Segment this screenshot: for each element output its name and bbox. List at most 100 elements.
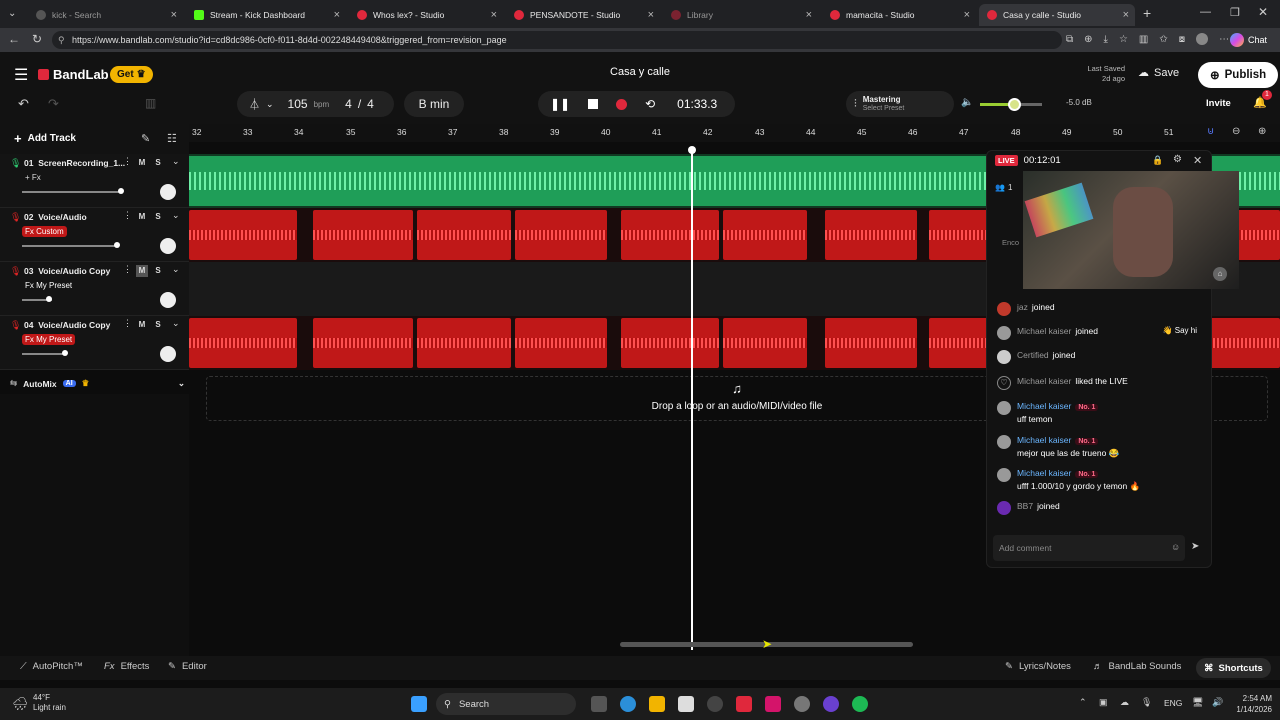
reading-list-icon[interactable]: ▥ bbox=[1139, 34, 1148, 45]
weather-widget[interactable]: 44°F Light rain bbox=[33, 693, 66, 713]
publish-button[interactable]: ⊕ Publish bbox=[1198, 62, 1279, 88]
close-icon[interactable]: × bbox=[806, 9, 812, 21]
tab-list-chevron-icon[interactable]: ⌄ bbox=[8, 8, 16, 19]
language-indicator[interactable]: ENG bbox=[1164, 698, 1182, 708]
mute-button[interactable]: M bbox=[136, 265, 148, 277]
tiktok-icon[interactable] bbox=[765, 696, 781, 712]
solo-button[interactable]: S bbox=[152, 211, 164, 223]
pan-knob[interactable] bbox=[160, 346, 176, 362]
keyboard-icon[interactable]: ▥ bbox=[145, 96, 156, 110]
taskbar-search[interactable]: ⚲ Search bbox=[436, 693, 576, 715]
settings-icon[interactable]: ⚙ bbox=[1173, 154, 1182, 165]
bandlab-logo[interactable]: BandLab bbox=[38, 67, 109, 82]
sounds-button[interactable]: ♬ BandLab Sounds bbox=[1093, 661, 1181, 672]
zoom-out-icon[interactable]: ⊖ bbox=[1232, 126, 1240, 137]
volume-handle[interactable] bbox=[1008, 98, 1021, 111]
tray-mic-icon[interactable]: 🎙 bbox=[1141, 697, 1152, 708]
store-icon[interactable] bbox=[678, 696, 694, 712]
more-icon[interactable]: ⋮ bbox=[123, 156, 132, 167]
site-info-icon[interactable]: ⚲ bbox=[58, 31, 65, 49]
volume-handle[interactable] bbox=[118, 188, 124, 194]
chevron-down-icon[interactable]: ⌄ bbox=[172, 210, 180, 221]
audio-clip[interactable] bbox=[313, 210, 413, 260]
playhead-handle[interactable] bbox=[688, 146, 696, 154]
new-tab-icon[interactable]: + bbox=[1143, 5, 1151, 21]
volume-icon[interactable]: 🔈 bbox=[961, 97, 973, 108]
key-selector[interactable]: B min bbox=[404, 91, 464, 117]
loop-icon[interactable]: ⟲ bbox=[645, 97, 655, 111]
start-icon[interactable] bbox=[411, 696, 427, 712]
playhead[interactable] bbox=[691, 150, 693, 650]
tray-app-icon[interactable]: ▣ bbox=[1099, 697, 1108, 708]
monitor-icon[interactable]: 🖥 bbox=[1192, 697, 1203, 708]
track-name[interactable]: 04 Voice/Audio Copy bbox=[24, 320, 110, 330]
metronome-icon[interactable]: ⏃ bbox=[249, 96, 260, 112]
stop-icon[interactable] bbox=[588, 99, 599, 109]
close-icon[interactable]: ✕ bbox=[1193, 154, 1202, 167]
zoom-icon[interactable]: ⊕ bbox=[1084, 34, 1092, 45]
track-name[interactable]: 02 Voice/Audio bbox=[24, 212, 87, 222]
track-header-2[interactable]: 🎙 02 Voice/Audio Fx Custom ⋮ M S ⌄ bbox=[0, 208, 189, 262]
audio-clip[interactable] bbox=[723, 318, 807, 368]
snap-icon[interactable]: ⊍ bbox=[1207, 126, 1214, 137]
address-input[interactable]: ⚲ https://www.bandlab.com/studio?id=cd8dc… bbox=[52, 31, 1062, 49]
close-icon[interactable]: × bbox=[964, 9, 970, 21]
app-icon[interactable] bbox=[707, 696, 723, 712]
shortcuts-button[interactable]: ⌘ Shortcuts bbox=[1196, 658, 1271, 678]
volume-handle[interactable] bbox=[46, 296, 52, 302]
mute-button[interactable]: M bbox=[136, 319, 148, 331]
audio-clip[interactable] bbox=[621, 318, 719, 368]
solo-button[interactable]: S bbox=[152, 319, 164, 331]
audio-clip[interactable] bbox=[825, 318, 917, 368]
volume-slider[interactable] bbox=[22, 191, 122, 193]
pencil-tool-icon[interactable]: ✎ bbox=[141, 132, 150, 145]
audio-clip[interactable] bbox=[417, 318, 511, 368]
more-icon[interactable]: ⋮ bbox=[123, 264, 132, 275]
fx-button[interactable]: + Fx bbox=[22, 172, 44, 183]
track-header-4[interactable]: 🎙 04 Voice/Audio Copy Fx My Preset ⋮ M S… bbox=[0, 316, 189, 370]
copilot-chat-button[interactable]: Chat bbox=[1230, 31, 1267, 49]
close-icon[interactable]: × bbox=[334, 9, 340, 21]
get-premium-button[interactable]: Get ♛ bbox=[110, 66, 153, 83]
extension-icon[interactable]: ⧉ bbox=[1066, 34, 1073, 45]
undo-icon[interactable]: ↶ bbox=[18, 96, 29, 112]
send-icon[interactable]: ➤ bbox=[1191, 541, 1199, 552]
close-icon[interactable]: × bbox=[648, 9, 654, 21]
browser-tab-4[interactable]: PENSANDOTE - Studio × bbox=[506, 4, 660, 26]
browser-tab-2[interactable]: Stream - Kick Dashboard × bbox=[186, 4, 346, 26]
record-icon[interactable] bbox=[616, 98, 628, 110]
browser-tab-3[interactable]: Whos lex? - Studio × bbox=[349, 4, 503, 26]
speaker-icon[interactable]: 🔊 bbox=[1212, 697, 1223, 708]
redo-icon[interactable]: ↷ bbox=[48, 96, 59, 112]
chevron-down-icon[interactable]: ⌄ bbox=[172, 156, 180, 167]
browser-tab-1[interactable]: kick - Search × bbox=[28, 4, 183, 26]
solo-button[interactable]: S bbox=[152, 157, 164, 169]
mute-button[interactable]: M bbox=[136, 157, 148, 169]
add-track-button[interactable]: + Add Track bbox=[14, 131, 76, 146]
settings-app-icon[interactable] bbox=[794, 696, 810, 712]
youtube-icon[interactable] bbox=[736, 696, 752, 712]
tempo-value[interactable]: 105 bbox=[288, 97, 308, 111]
volume-slider[interactable] bbox=[22, 353, 66, 355]
browser-tab-active[interactable]: Casa y calle - Studio × bbox=[979, 4, 1135, 26]
browser-tab-5[interactable]: Library × bbox=[663, 4, 818, 26]
more-icon[interactable]: ⋮ bbox=[123, 210, 132, 221]
volume-slider[interactable] bbox=[22, 245, 118, 247]
spotify-icon[interactable] bbox=[852, 696, 868, 712]
solo-button[interactable]: S bbox=[152, 265, 164, 277]
mixer-icon[interactable]: ☷ bbox=[167, 132, 177, 145]
menu-icon[interactable]: ☰ bbox=[14, 65, 28, 85]
mute-button[interactable]: M bbox=[136, 211, 148, 223]
fx-button[interactable]: Fx My Preset bbox=[22, 334, 76, 345]
lyrics-button[interactable]: ✎ Lyrics/Notes bbox=[1005, 661, 1071, 672]
audio-clip[interactable] bbox=[417, 210, 511, 260]
save-button[interactable]: ☁ Save bbox=[1138, 66, 1179, 80]
autopitch-button[interactable]: ⟋ AutoPitch™ bbox=[20, 661, 83, 672]
audio-clip[interactable] bbox=[515, 210, 607, 260]
star-icon[interactable]: ☆ bbox=[1119, 34, 1128, 45]
tempo-chevron-icon[interactable]: ⌄ bbox=[266, 99, 274, 110]
chevron-down-icon[interactable]: ⌄ bbox=[178, 378, 185, 389]
effects-button[interactable]: Fx Effects bbox=[104, 661, 149, 672]
time-sig-numerator[interactable]: 4 bbox=[345, 97, 352, 111]
collections-icon[interactable]: ⧇ bbox=[1179, 34, 1185, 45]
